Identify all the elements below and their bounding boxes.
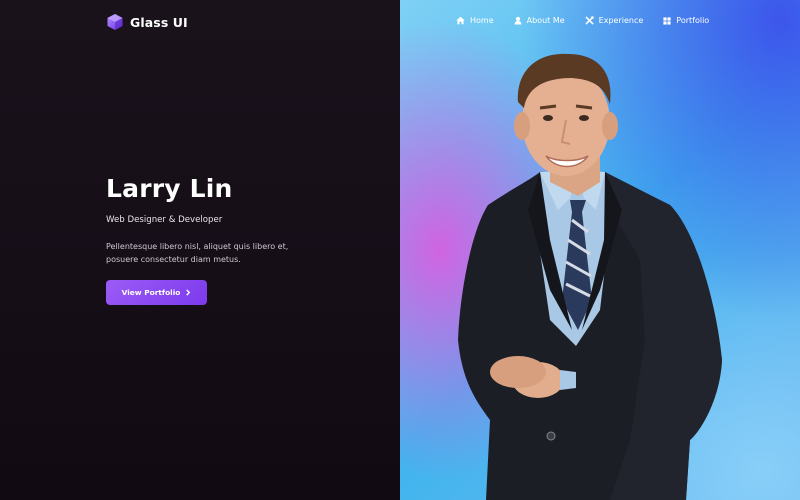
brand-logo[interactable]: Glass UI (106, 13, 188, 31)
nav-item-about[interactable]: About Me (514, 16, 565, 25)
hero-role: Web Designer & Developer (106, 215, 223, 225)
grid-icon (663, 16, 671, 25)
home-icon (456, 16, 465, 25)
nav-item-label: About Me (526, 16, 565, 25)
main-nav: Home About Me Experience Portfolio (456, 16, 709, 25)
button-label: View Portfolio (121, 288, 181, 297)
nav-item-label: Portfolio (676, 16, 710, 25)
nav-item-experience[interactable]: Experience (584, 16, 644, 25)
hero-right-panel (400, 0, 800, 500)
portrait-photo (458, 53, 722, 500)
nav-item-label: Experience (598, 16, 644, 25)
nav-item-label: Home (470, 16, 494, 25)
cube-icon (106, 13, 124, 31)
hero-name: Larry Lin (106, 174, 233, 203)
hero-description: Pellentesque libero nisl, aliquet quis l… (106, 242, 289, 264)
chevron-right-icon (185, 289, 191, 296)
brand-name: Glass UI (130, 14, 188, 30)
nav-item-portfolio[interactable]: Portfolio (663, 16, 709, 25)
user-icon (514, 16, 522, 25)
tools-icon (584, 16, 594, 25)
nav-item-home[interactable]: Home (456, 16, 494, 25)
view-portfolio-button[interactable]: View Portfolio (106, 280, 207, 305)
